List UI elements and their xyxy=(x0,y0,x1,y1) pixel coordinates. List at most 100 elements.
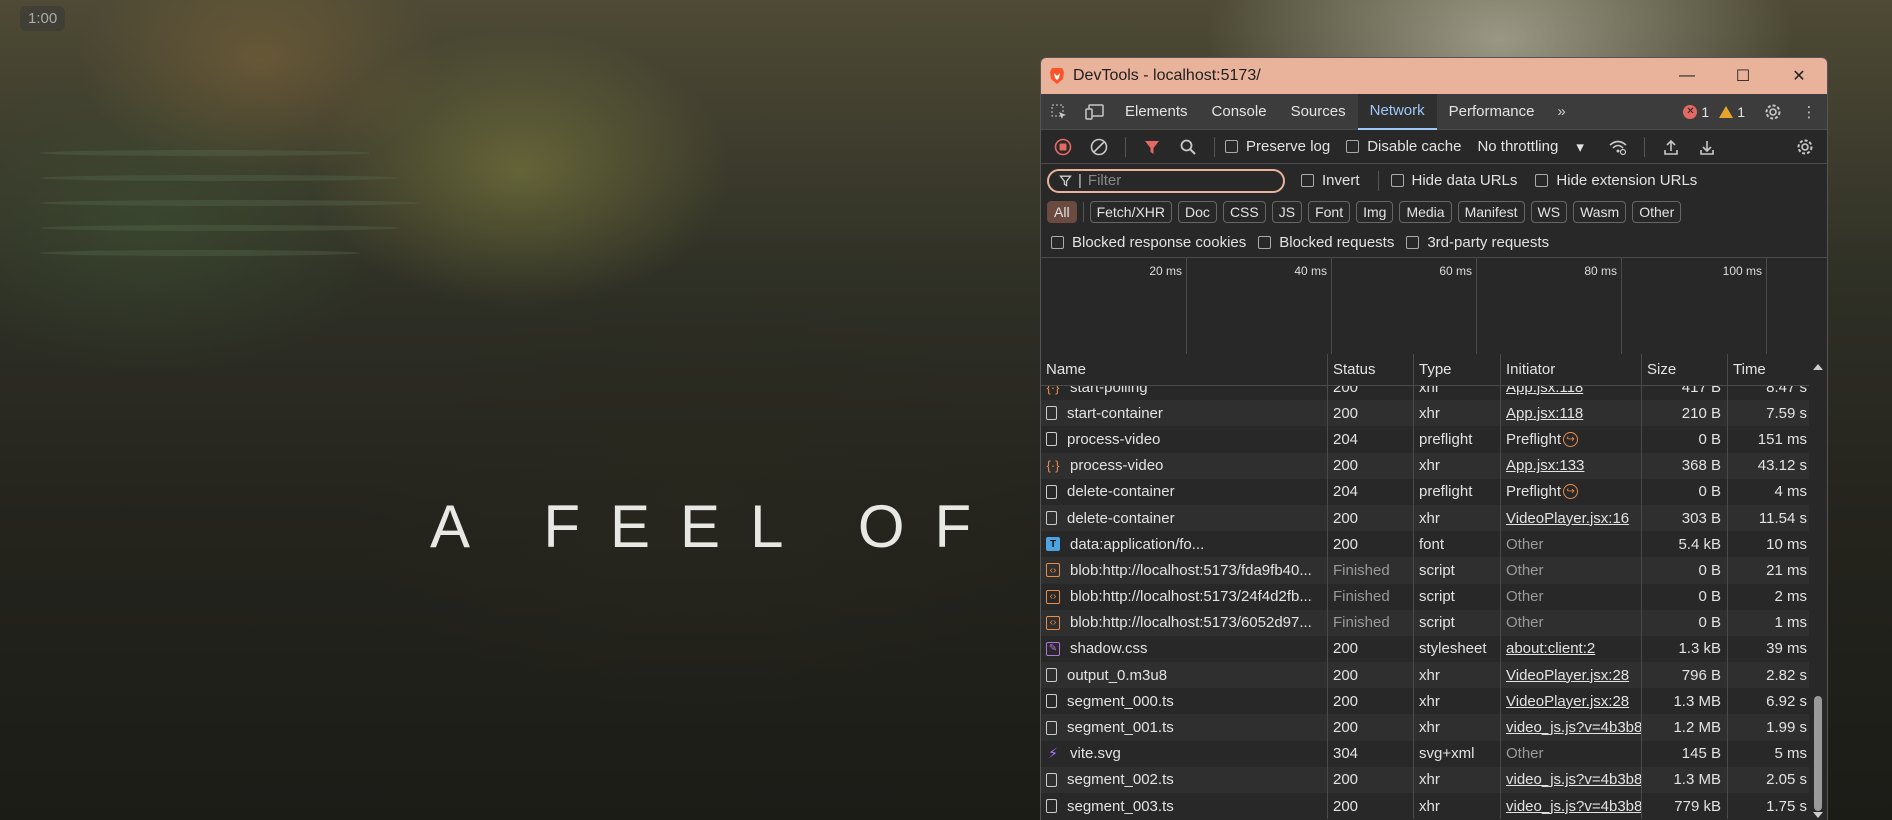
hide-extension-urls-checkbox[interactable]: Hide extension URLs xyxy=(1535,172,1697,189)
table-row[interactable]: ‹› blob:http://localhost:5173/fda9fb40...… xyxy=(1041,557,1811,584)
cell-name[interactable]: process-video xyxy=(1041,426,1328,453)
third-party-checkbox[interactable]: 3rd-party requests xyxy=(1406,234,1549,251)
maximize-icon[interactable]: ☐ xyxy=(1715,58,1771,94)
table-row[interactable]: ‹› blob:http://localhost:5173/6052d97... F… xyxy=(1041,609,1811,636)
type-filter-fetch-xhr[interactable]: Fetch/XHR xyxy=(1089,201,1173,223)
type-filter-css[interactable]: CSS xyxy=(1222,201,1266,223)
table-row[interactable]: ✎ shadow.css 200 stylesheet about:client:2 1.… xyxy=(1041,635,1811,663)
invert-checkbox[interactable]: Invert xyxy=(1301,172,1360,189)
cell-name[interactable]: {·} process-video xyxy=(1041,452,1328,479)
tab-elements[interactable]: Elements xyxy=(1113,94,1200,130)
type-filter-wasm[interactable]: Wasm xyxy=(1573,201,1627,223)
table-row[interactable]: process-video 204 preflight Preflight ↪ 0 B 15… xyxy=(1041,426,1811,453)
table-row[interactable]: delete-container 204 preflight Preflight ↪ 0 … xyxy=(1041,478,1811,505)
initiator-text[interactable]: video_js.js?v=4b3b8 xyxy=(1506,719,1641,736)
cell-name[interactable]: ✎ shadow.css xyxy=(1041,635,1328,663)
cell-initiator[interactable]: App.jsx:118 xyxy=(1501,386,1642,401)
cell-initiator[interactable]: video_js.js?v=4b3b8 xyxy=(1501,714,1642,741)
initiator-text[interactable]: about:client:2 xyxy=(1506,640,1595,657)
table-row[interactable]: segment_000.ts 200 xhr VideoPlayer.jsx:28 1.… xyxy=(1041,688,1811,715)
cell-name[interactable]: segment_000.ts xyxy=(1041,688,1328,715)
cell-initiator[interactable]: video_js.js?v=4b3b8 xyxy=(1501,793,1642,820)
hide-data-urls-checkbox[interactable]: Hide data URLs xyxy=(1390,172,1517,189)
cell-name[interactable]: start-container xyxy=(1041,400,1328,427)
cell-initiator[interactable]: VideoPlayer.jsx:28 xyxy=(1501,662,1642,689)
type-filter-font[interactable]: Font xyxy=(1308,201,1351,223)
type-filter-js[interactable]: JS xyxy=(1271,201,1303,223)
tab-network[interactable]: Network xyxy=(1357,93,1437,130)
preflight-link-icon[interactable]: ↪ xyxy=(1563,431,1579,447)
blocked-cookies-checkbox[interactable]: Blocked response cookies xyxy=(1051,234,1246,251)
cell-initiator[interactable]: App.jsx:133 xyxy=(1501,452,1642,479)
initiator-text[interactable]: App.jsx:118 xyxy=(1506,386,1583,396)
cell-name[interactable]: ‹› blob:http://localhost:5173/fda9fb40... xyxy=(1041,557,1328,584)
type-filter-doc[interactable]: Doc xyxy=(1178,201,1217,223)
cell-initiator[interactable]: VideoPlayer.jsx:16 xyxy=(1501,504,1642,532)
inspect-element-icon[interactable] xyxy=(1041,94,1077,130)
more-options-icon[interactable]: ⋮ xyxy=(1791,94,1827,130)
filter-input[interactable]: | Filter xyxy=(1047,168,1285,193)
initiator-text[interactable]: App.jsx:133 xyxy=(1506,457,1584,474)
device-toolbar-icon[interactable] xyxy=(1077,94,1113,130)
column-header-time[interactable]: Time xyxy=(1728,354,1811,385)
scroll-up-arrow-icon[interactable] xyxy=(1813,364,1823,370)
tab-console[interactable]: Console xyxy=(1200,94,1279,130)
table-row[interactable]: output_0.m3u8 200 xhr VideoPlayer.jsx:28 796… xyxy=(1041,662,1811,689)
disable-cache-checkbox[interactable]: Disable cache xyxy=(1346,138,1461,155)
cell-initiator[interactable]: VideoPlayer.jsx:28 xyxy=(1501,688,1642,715)
cell-name[interactable]: segment_001.ts xyxy=(1041,714,1328,741)
stop-recording-icon[interactable] xyxy=(1047,132,1079,162)
initiator-text[interactable]: video_js.js?v=4b3b8 xyxy=(1506,798,1641,815)
table-row[interactable]: {·} process-video 200 xhr App.jsx:133 368 B 43… xyxy=(1041,452,1811,479)
minimize-icon[interactable]: — xyxy=(1659,58,1715,94)
type-filter-other[interactable]: Other xyxy=(1632,201,1682,223)
type-filter-all[interactable]: All xyxy=(1047,201,1077,223)
tab-sources[interactable]: Sources xyxy=(1279,94,1358,130)
timeline-overview[interactable]: 20 ms 40 ms 60 ms 80 ms 100 ms xyxy=(1041,257,1827,358)
network-conditions-icon[interactable] xyxy=(1602,132,1634,162)
cell-name[interactable]: ⚡ vite.svg xyxy=(1041,740,1328,767)
cell-name[interactable]: output_0.m3u8 xyxy=(1041,662,1328,689)
cell-name[interactable]: ‹› blob:http://localhost:5173/6052d97... xyxy=(1041,609,1328,636)
cell-name[interactable]: segment_003.ts xyxy=(1041,793,1328,820)
column-header-size[interactable]: Size xyxy=(1642,354,1728,385)
blocked-requests-checkbox[interactable]: Blocked requests xyxy=(1258,234,1394,251)
table-row[interactable]: ⚡ vite.svg 304 svg+xml Other 145 B 5 ms xyxy=(1041,740,1811,767)
more-tabs-icon[interactable]: » xyxy=(1547,103,1577,120)
table-row[interactable]: segment_002.ts 200 xhr video_js.js?v=4b3b8 1… xyxy=(1041,766,1811,793)
import-har-icon[interactable] xyxy=(1655,132,1687,162)
cell-name[interactable]: delete-container xyxy=(1041,478,1328,505)
cell-initiator[interactable]: App.jsx:118 xyxy=(1501,400,1642,427)
throttling-select[interactable]: No throttling ▾ xyxy=(1477,138,1583,156)
initiator-text[interactable]: VideoPlayer.jsx:28 xyxy=(1506,667,1629,684)
table-row[interactable]: start-container 200 xhr App.jsx:118 210 B 7.5… xyxy=(1041,400,1811,427)
settings-gear-icon[interactable] xyxy=(1755,94,1791,130)
table-scrollbar[interactable] xyxy=(1809,354,1827,820)
type-filter-manifest[interactable]: Manifest xyxy=(1457,201,1525,223)
cell-initiator[interactable]: about:client:2 xyxy=(1501,635,1642,663)
filter-funnel-icon[interactable] xyxy=(1136,132,1168,162)
window-titlebar[interactable]: DevTools - localhost:5173/ — ☐ ✕ xyxy=(1041,58,1827,94)
column-header-status[interactable]: Status xyxy=(1328,354,1414,385)
column-header-name[interactable]: Name xyxy=(1041,354,1328,385)
table-row[interactable]: Tdata:application/fo... 200 font Other 5.4 k… xyxy=(1041,531,1811,558)
error-count-badge[interactable]: ✕ 1 1 xyxy=(1683,104,1745,120)
tab-performance[interactable]: Performance xyxy=(1437,94,1547,130)
network-settings-gear-icon[interactable] xyxy=(1789,132,1821,162)
type-filter-img[interactable]: Img xyxy=(1356,201,1394,223)
cell-name[interactable]: Tdata:application/fo... xyxy=(1041,531,1328,558)
column-header-initiator[interactable]: Initiator xyxy=(1501,354,1642,385)
initiator-text[interactable]: VideoPlayer.jsx:16 xyxy=(1506,510,1629,527)
preflight-link-icon[interactable]: ↪ xyxy=(1563,484,1579,500)
table-row[interactable]: delete-container 200 xhr VideoPlayer.jsx:16… xyxy=(1041,504,1811,532)
cell-name[interactable]: ‹› blob:http://localhost:5173/24f4d2fb... xyxy=(1041,583,1328,610)
export-har-icon[interactable] xyxy=(1691,132,1723,162)
close-icon[interactable]: ✕ xyxy=(1771,58,1827,94)
table-row[interactable]: segment_003.ts 200 xhr video_js.js?v=4b3b8 7… xyxy=(1041,793,1811,820)
cell-name[interactable]: {·} start-polling xyxy=(1041,386,1328,401)
cell-name[interactable]: delete-container xyxy=(1041,504,1328,532)
table-row[interactable]: ‹› blob:http://localhost:5173/24f4d2fb...… xyxy=(1041,583,1811,610)
type-filter-media[interactable]: Media xyxy=(1399,201,1452,223)
cell-name[interactable]: segment_002.ts xyxy=(1041,766,1328,793)
cell-initiator[interactable]: video_js.js?v=4b3b8 xyxy=(1501,766,1642,793)
